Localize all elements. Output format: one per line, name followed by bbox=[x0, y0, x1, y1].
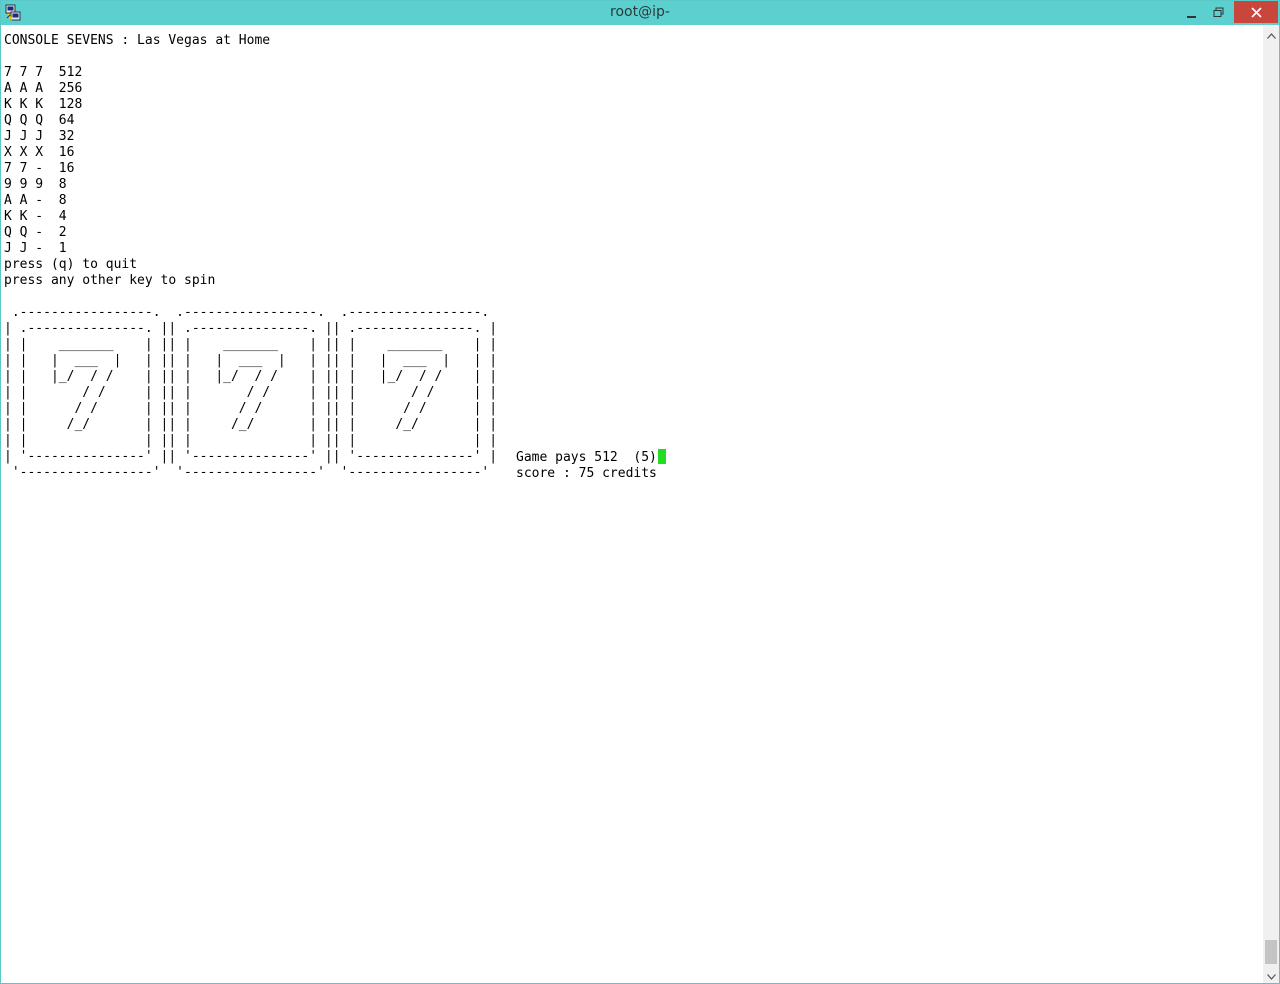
window-title: root@ip- bbox=[610, 4, 670, 20]
slot-reels-art-line: | | / / | || | / / | || | / / | | bbox=[4, 401, 498, 416]
paytable-row: A A A 256 bbox=[4, 81, 83, 96]
paytable-row: Q Q - 2 bbox=[4, 225, 67, 240]
scroll-up-button[interactable] bbox=[1263, 25, 1279, 42]
maximize-button[interactable] bbox=[1207, 1, 1229, 23]
chevron-down-icon bbox=[1266, 965, 1276, 984]
slot-reels-art-line: .-----------------. .-----------------. … bbox=[4, 305, 490, 320]
paytable-row: 7 7 - 16 bbox=[4, 161, 75, 176]
slot-reels-art-line: '-----------------' '-----------------' … bbox=[4, 465, 490, 480]
score-text: score : 75 credits bbox=[516, 466, 657, 481]
scroll-thumb[interactable] bbox=[1265, 940, 1277, 964]
result-panel: Game pays 512 (5) score : 75 credits bbox=[516, 449, 666, 482]
paytable-row: J J J 32 bbox=[4, 129, 75, 144]
quit-hint: press (q) to quit bbox=[4, 257, 138, 272]
slot-reels-art-line: | | / / | || | / / | || | / / | | bbox=[4, 385, 498, 400]
slot-reels-art-line: | | |_/ / / | || | |_/ / / | || | |_/ / … bbox=[4, 369, 498, 384]
payout-text: Game pays 512 (5) bbox=[516, 450, 657, 465]
title-bar[interactable]: root@ip- bbox=[1, 1, 1279, 25]
terminal-window: root@ip- CONSOLE SEVENS : Las Vegas at H… bbox=[0, 0, 1280, 984]
paytable-row: Q Q Q 64 bbox=[4, 113, 75, 128]
slot-reels-art-line: | | /_/ | || | /_/ | || | /_/ | | bbox=[4, 417, 498, 432]
minimize-button[interactable] bbox=[1181, 1, 1203, 23]
paytable-row: J J - 1 bbox=[4, 241, 67, 256]
chevron-up-icon bbox=[1266, 24, 1276, 43]
scroll-down-button[interactable] bbox=[1263, 966, 1279, 983]
paytable-row: K K K 128 bbox=[4, 97, 83, 112]
minimize-icon bbox=[1187, 3, 1197, 22]
game-header: CONSOLE SEVENS : Las Vegas at Home bbox=[4, 33, 271, 48]
slot-reels-art-line: | .---------------. || .---------------.… bbox=[4, 321, 498, 336]
close-icon bbox=[1250, 3, 1262, 22]
text-cursor bbox=[657, 449, 666, 464]
paytable-row: K K - 4 bbox=[4, 209, 67, 224]
close-button[interactable] bbox=[1234, 1, 1278, 23]
slot-reels-art-line: | | | || | | || | | | bbox=[4, 433, 498, 448]
terminal-output: CONSOLE SEVENS : Las Vegas at Home 7 7 7… bbox=[4, 33, 497, 481]
terminal-area[interactable]: CONSOLE SEVENS : Las Vegas at Home 7 7 7… bbox=[1, 25, 1263, 983]
paytable-row: 9 9 9 8 bbox=[4, 177, 67, 192]
paytable-row: X X X 16 bbox=[4, 145, 75, 160]
paytable-row: A A - 8 bbox=[4, 193, 67, 208]
restore-icon bbox=[1213, 3, 1224, 22]
slot-reels-art-line: | | | ___ | | || | | ___ | | || | | ___ … bbox=[4, 353, 498, 368]
spin-hint: press any other key to spin bbox=[4, 273, 216, 288]
slot-reels-art-line: | | _______ | || | _______ | || | ______… bbox=[4, 337, 498, 352]
paytable-row: 7 7 7 512 bbox=[4, 65, 83, 80]
slot-reels-art-line: | '---------------' || '---------------'… bbox=[4, 449, 498, 464]
vertical-scrollbar[interactable] bbox=[1263, 25, 1279, 983]
